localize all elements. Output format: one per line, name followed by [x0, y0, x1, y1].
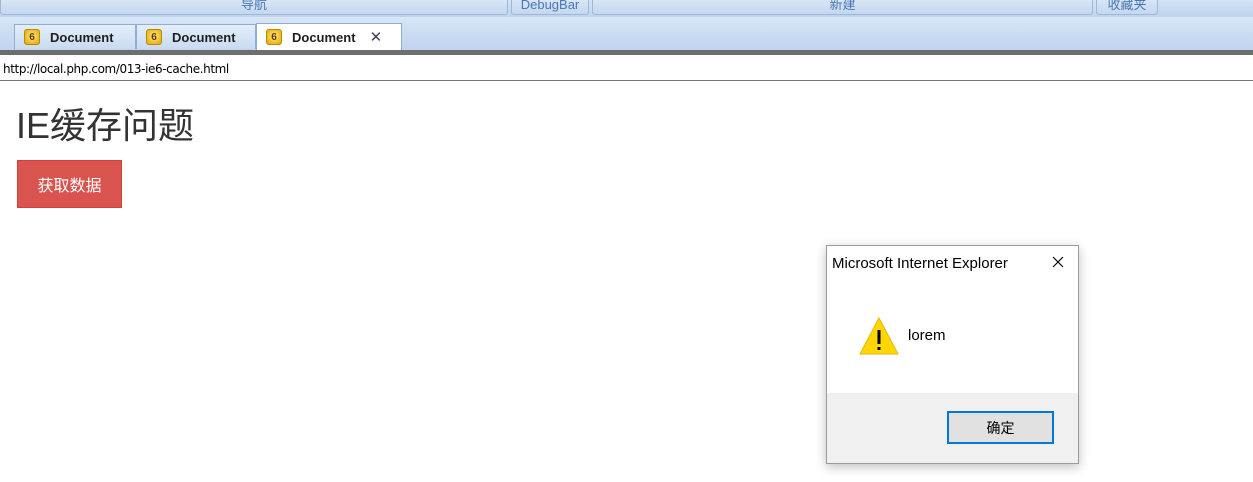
tab-document-2[interactable]: 6 Document — [136, 24, 256, 49]
tab-strip: 6 Document 6 Document 6 Document ✕ — [0, 17, 1253, 54]
dialog-title: Microsoft Internet Explorer — [832, 255, 1008, 272]
debugbar-button[interactable]: DebugBar — [511, 0, 589, 15]
tab-label: Document — [50, 29, 114, 45]
page-title: IE缓存问题 — [16, 105, 195, 146]
dialog-message: lorem — [908, 327, 946, 344]
ie6-icon: 6 — [266, 29, 282, 45]
address-divider — [0, 80, 1253, 81]
ie6-icon: 6 — [146, 29, 162, 45]
favorites-button[interactable]: 收藏夹 — [1096, 0, 1158, 15]
nav-button[interactable]: 导航 — [0, 0, 508, 15]
tab-document-active[interactable]: 6 Document ✕ — [256, 23, 402, 50]
ok-button[interactable]: 确定 — [947, 411, 1054, 444]
ie6-icon: 6 — [24, 29, 40, 45]
tab-divider — [0, 50, 1253, 55]
tab-label: Document — [172, 29, 236, 45]
address-url[interactable]: http://local.php.com/013-ie6-cache.html — [3, 62, 229, 76]
new-button[interactable]: 新建 — [592, 0, 1093, 15]
warning-icon — [858, 316, 900, 356]
close-tab-icon[interactable]: ✕ — [370, 28, 383, 46]
alert-dialog: Microsoft Internet Explorer lorem 确定 — [826, 245, 1079, 464]
tab-label: Document — [292, 29, 356, 45]
fetch-data-button[interactable]: 获取数据 — [17, 160, 122, 208]
dialog-footer: 确定 — [827, 393, 1078, 463]
tab-document-1[interactable]: 6 Document — [14, 24, 136, 49]
close-icon[interactable] — [1047, 251, 1069, 273]
command-toolbar: 导航 DebugBar 新建 收藏夹 — [0, 0, 1253, 17]
